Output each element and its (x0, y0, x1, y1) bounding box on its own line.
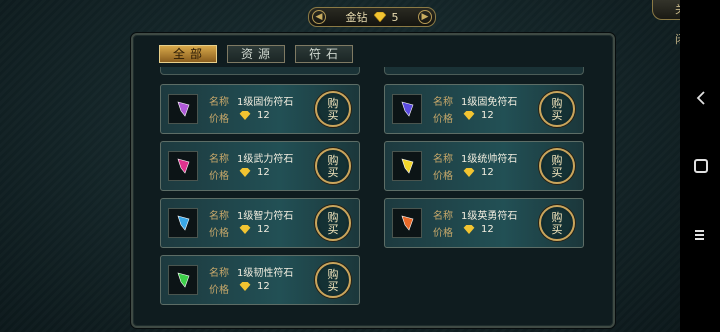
item-card: 名称 1级英勇符石 价格 12 购买 (384, 198, 584, 248)
game-screen: ◀ 金钻 5 ▶ 关闭 全部 资源 符石 名称 1级固伤符石 价格 12 购买 (0, 0, 680, 332)
name-label: 名称 (209, 211, 229, 222)
buy-button[interactable]: 购买 (315, 91, 351, 127)
tab-resources[interactable]: 资源 (227, 45, 285, 63)
price-label: 价格 (209, 285, 229, 296)
item-name: 1级统帅符石 (461, 154, 518, 165)
item-icon-slot (392, 208, 422, 238)
item-name: 1级智力符石 (237, 211, 294, 222)
name-label: 名称 (209, 268, 229, 279)
item-price: 12 (481, 167, 494, 178)
buy-label-bottom: 买 (551, 108, 563, 122)
diamond-icon (463, 225, 475, 234)
partial-item-card (384, 67, 584, 75)
buy-label-bottom: 买 (327, 165, 339, 179)
menu-icon[interactable] (695, 230, 704, 242)
right-ornament-icon: ▶ (418, 10, 432, 24)
buy-label-bottom: 买 (327, 222, 339, 236)
item-icon-slot (168, 208, 198, 238)
item-card: 名称 1级统帅符石 价格 12 购买 (384, 141, 584, 191)
diamond-icon (239, 225, 251, 234)
item-name: 1级韧性符石 (237, 268, 294, 279)
item-name: 1级固伤符石 (237, 97, 294, 108)
runestone-icon (401, 215, 414, 231)
name-label: 名称 (433, 211, 453, 222)
buy-button[interactable]: 购买 (315, 148, 351, 184)
item-icon-slot (392, 94, 422, 124)
buy-label-bottom: 买 (551, 165, 563, 179)
runestone-icon (177, 215, 190, 231)
currency-label: 金钻 (345, 11, 368, 24)
item-price: 12 (481, 224, 494, 235)
buy-button[interactable]: 购买 (539, 205, 575, 241)
left-ornament-icon: ◀ (312, 10, 326, 24)
item-name: 1级武力符石 (237, 154, 294, 165)
runestone-icon (177, 158, 190, 174)
buy-label-bottom: 买 (327, 279, 339, 293)
buy-label-bottom: 买 (327, 108, 339, 122)
item-icon-slot (392, 151, 422, 181)
name-label: 名称 (209, 97, 229, 108)
item-card: 名称 1级智力符石 价格 12 购买 (160, 198, 360, 248)
currency-value: 5 (391, 10, 399, 24)
buy-label-top: 购 (551, 210, 563, 224)
item-icon-slot (168, 94, 198, 124)
item-price: 12 (257, 224, 270, 235)
buy-button[interactable]: 购买 (539, 91, 575, 127)
price-label: 价格 (433, 228, 453, 239)
tab-runestones[interactable]: 符石 (295, 45, 353, 63)
price-label: 价格 (209, 114, 229, 125)
diamond-icon (463, 168, 475, 177)
diamond-icon (239, 111, 251, 120)
diamond-icon (463, 111, 475, 120)
buy-button[interactable]: 购买 (315, 262, 351, 298)
item-card: 名称 1级固伤符石 价格 12 购买 (160, 84, 360, 134)
item-price: 12 (481, 110, 494, 121)
item-card: 名称 1级武力符石 价格 12 购买 (160, 141, 360, 191)
partial-item-card (160, 67, 360, 75)
item-name: 1级英勇符石 (461, 211, 518, 222)
buy-label-top: 购 (327, 210, 339, 224)
item-price: 12 (257, 167, 270, 178)
item-card: 名称 1级固免符石 价格 12 购买 (384, 84, 584, 134)
tab-bar: 全部 资源 符石 (159, 45, 353, 63)
back-icon[interactable] (694, 90, 708, 106)
name-label: 名称 (209, 154, 229, 165)
price-label: 价格 (209, 171, 229, 182)
buy-label-top: 购 (327, 153, 339, 167)
item-card: 名称 1级韧性符石 价格 12 购买 (160, 255, 360, 305)
buy-label-bottom: 买 (551, 222, 563, 236)
buy-button[interactable]: 购买 (315, 205, 351, 241)
runestone-icon (177, 272, 190, 288)
runestone-icon (401, 101, 414, 117)
name-label: 名称 (433, 97, 453, 108)
buy-label-top: 购 (327, 96, 339, 110)
runestone-icon (401, 158, 414, 174)
buy-label-top: 购 (551, 96, 563, 110)
item-name: 1级固免符石 (461, 97, 518, 108)
item-price: 12 (257, 281, 270, 292)
currency-bar: ◀ 金钻 5 ▶ (308, 7, 436, 27)
item-price: 12 (257, 110, 270, 121)
buy-label-top: 购 (551, 153, 563, 167)
buy-button[interactable]: 购买 (539, 148, 575, 184)
price-label: 价格 (209, 228, 229, 239)
item-icon-slot (168, 265, 198, 295)
diamond-icon (239, 168, 251, 177)
buy-label-top: 购 (327, 267, 339, 281)
price-label: 价格 (433, 171, 453, 182)
diamond-icon (373, 12, 386, 22)
name-label: 名称 (433, 154, 453, 165)
price-label: 价格 (433, 114, 453, 125)
shop-panel: 全部 资源 符石 名称 1级固伤符石 价格 12 购买 名称 1级固免符石 价格 (131, 33, 615, 328)
tab-all[interactable]: 全部 (159, 45, 217, 63)
diamond-icon (239, 282, 251, 291)
item-icon-slot (168, 151, 198, 181)
close-button[interactable]: 关闭 (652, 0, 680, 46)
runestone-icon (177, 101, 190, 117)
home-icon[interactable] (694, 159, 708, 173)
item-list[interactable]: 名称 1级固伤符石 价格 12 购买 名称 1级固免符石 价格 12 购买 名称… (157, 67, 587, 319)
